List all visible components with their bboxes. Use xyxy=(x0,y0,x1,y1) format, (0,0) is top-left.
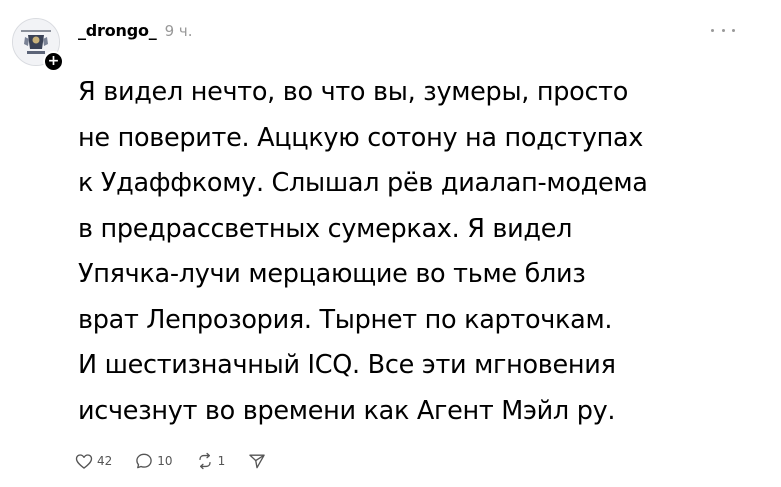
post-text-line: врат Лепрозория. Тырнет по карточкам. xyxy=(78,304,613,335)
repost-icon xyxy=(198,452,211,470)
post-text-line: Упячка-лучи мерцающие во тьме близ xyxy=(78,259,586,289)
post-text-line: к Удаффкому. Слышал рёв диалап-модема xyxy=(78,168,648,198)
avatar-container[interactable]: + xyxy=(12,18,64,72)
dot xyxy=(711,28,714,32)
dot xyxy=(721,28,725,32)
like-button[interactable]: 42 xyxy=(74,449,112,473)
post-text-line: в предрассветных сумерках. Я видел xyxy=(78,213,573,244)
timestamp[interactable]: 9 ч. xyxy=(165,22,193,40)
post: + _drongo_ 9 ч. Я видел нечто, во что вы… xyxy=(0,0,781,487)
repost-button[interactable]: 1 xyxy=(195,449,226,473)
share-button[interactable] xyxy=(247,449,267,473)
post-text-line: исчезнут во времени как Агент Мэйл ру. xyxy=(78,395,616,426)
repost-count: 1 xyxy=(217,454,226,468)
comment-count: 10 xyxy=(157,454,173,468)
post-header: _drongo_ 9 ч. xyxy=(78,21,193,45)
post-text-line: Я видел нечто, во что вы, зумеры, просто xyxy=(78,77,629,107)
share-icon xyxy=(249,454,265,469)
post-text-line: не поверите. Аццкую сотону на подступах xyxy=(78,122,644,153)
comment-button[interactable]: 10 xyxy=(134,449,173,473)
plus-icon[interactable]: + xyxy=(43,51,64,72)
username[interactable]: _drongo_ xyxy=(78,21,157,40)
action-bar: 42 10 1 xyxy=(74,449,289,473)
comment-icon xyxy=(136,453,153,469)
post-text-line: И шестизначный ICQ. Все эти мгновения xyxy=(78,350,616,380)
heart-icon xyxy=(75,454,93,469)
like-count: 42 xyxy=(97,454,113,468)
post-text: Я видел нечто, во что вы, зумеры, просто… xyxy=(78,70,768,434)
more-dots-icon[interactable] xyxy=(711,22,735,38)
dot xyxy=(732,28,735,32)
